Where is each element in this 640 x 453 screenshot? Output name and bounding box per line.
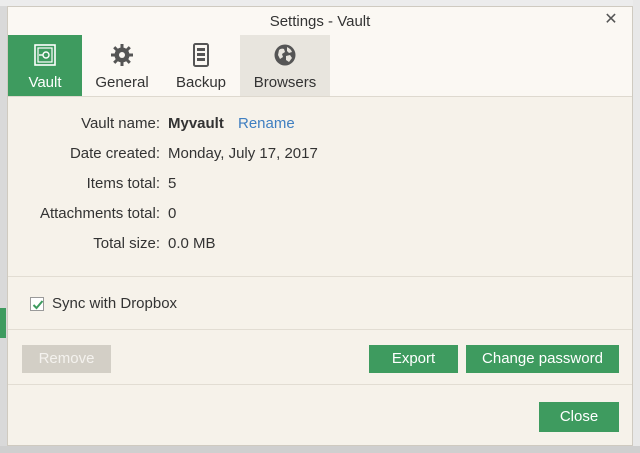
divider bbox=[8, 276, 632, 277]
tab-backup-label: Backup bbox=[175, 74, 227, 91]
total-size-label: Total size: bbox=[93, 235, 160, 252]
settings-dialog: Settings - Vault ✕ Vault General Backup … bbox=[7, 6, 633, 446]
export-button[interactable]: Export bbox=[369, 345, 458, 373]
globe-icon bbox=[274, 44, 296, 66]
items-total-row: Items total: 5 bbox=[8, 175, 632, 197]
rename-link[interactable]: Rename bbox=[238, 115, 295, 132]
items-total-label: Items total: bbox=[86, 175, 160, 192]
total-size-row: Total size: 0.0 MB bbox=[8, 235, 632, 257]
attachments-total-label: Attachments total: bbox=[39, 205, 160, 222]
date-created-value: Monday, July 17, 2017 bbox=[168, 145, 318, 162]
tab-general[interactable]: General bbox=[82, 35, 162, 96]
divider bbox=[8, 384, 632, 385]
tab-bar: Vault General Backup Browsers bbox=[8, 35, 632, 97]
background-accent bbox=[0, 308, 6, 338]
tab-backup[interactable]: Backup bbox=[162, 35, 240, 96]
tab-browsers-label: Browsers bbox=[253, 74, 317, 91]
tab-vault[interactable]: Vault bbox=[8, 35, 82, 96]
close-button[interactable]: Close bbox=[539, 402, 619, 432]
dialog-title: Settings - Vault bbox=[269, 13, 371, 30]
title-bar: Settings - Vault ✕ bbox=[8, 7, 632, 35]
close-icon[interactable]: ✕ bbox=[602, 11, 620, 29]
sync-dropbox-checkbox[interactable] bbox=[30, 297, 44, 311]
background-window-bottom bbox=[0, 446, 640, 453]
tab-general-label: General bbox=[95, 74, 149, 91]
date-created-row: Date created: Monday, July 17, 2017 bbox=[8, 145, 632, 167]
vault-icon bbox=[34, 44, 56, 66]
vault-name-label: Vault name: bbox=[81, 115, 160, 132]
vault-name-value: Myvault bbox=[168, 115, 224, 132]
remove-button[interactable]: Remove bbox=[22, 345, 111, 373]
attachments-total-value: 0 bbox=[168, 205, 177, 222]
sync-dropbox-label: Sync with Dropbox bbox=[52, 295, 178, 312]
tab-vault-label: Vault bbox=[28, 74, 62, 91]
vault-name-row: Vault name: Myvault Rename bbox=[8, 115, 632, 137]
checkmark-icon bbox=[32, 300, 44, 310]
date-created-label: Date created: bbox=[69, 145, 160, 162]
items-total-value: 5 bbox=[168, 175, 177, 192]
divider bbox=[8, 329, 632, 330]
tab-browsers[interactable]: Browsers bbox=[240, 35, 330, 96]
backup-icon bbox=[193, 43, 209, 67]
attachments-total-row: Attachments total: 0 bbox=[8, 205, 632, 227]
background-window-edge bbox=[633, 0, 640, 453]
gear-icon bbox=[111, 44, 133, 66]
total-size-value: 0.0 MB bbox=[168, 235, 216, 252]
change-password-button[interactable]: Change password bbox=[466, 345, 619, 373]
